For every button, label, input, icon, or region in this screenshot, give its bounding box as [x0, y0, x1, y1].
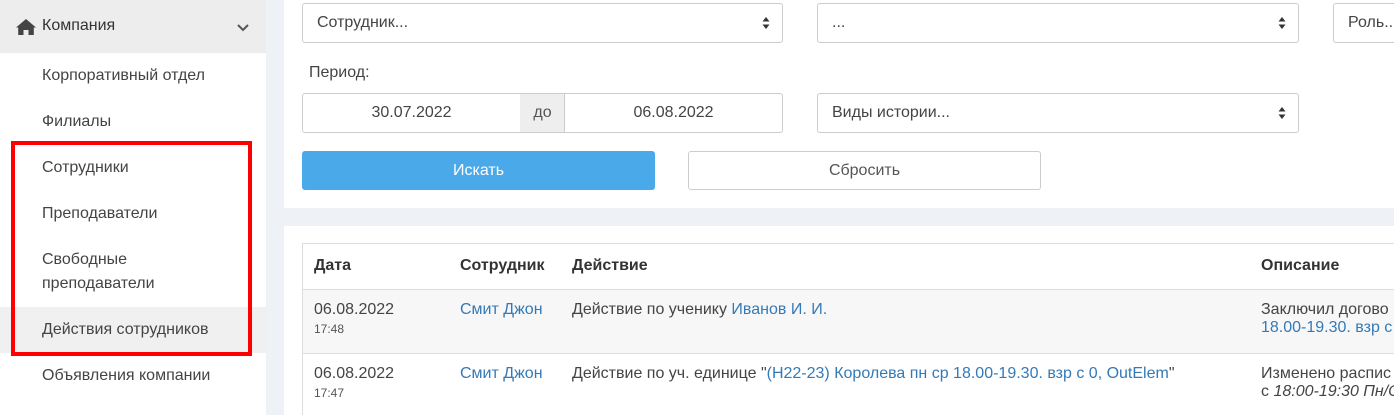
- col-header-employee[interactable]: Сотрудник: [460, 257, 545, 275]
- col-header-description[interactable]: Описание: [1261, 257, 1339, 275]
- row-description-prefix: с: [1261, 383, 1274, 400]
- row-action-suffix: ": [1168, 365, 1175, 382]
- row-date: 06.08.2022 17:47: [314, 365, 394, 400]
- row-date-value: 06.08.2022: [314, 365, 395, 382]
- employee-select[interactable]: Сотрудник...: [302, 3, 783, 43]
- row-description-line2: с 18:00-19:30 Пн/С: [1261, 383, 1394, 401]
- row-action: Действие по ученику Иванов И. И.: [572, 301, 827, 319]
- history-types-value: Виды истории...: [832, 104, 950, 121]
- select-arrows-icon: [762, 17, 770, 29]
- employee-select-value: Сотрудник...: [317, 14, 409, 31]
- row-employee-link[interactable]: Смит Джон: [460, 301, 543, 319]
- date-to-input[interactable]: 06.08.2022: [564, 93, 783, 133]
- row-time-value: 17:48: [314, 322, 345, 336]
- highlight-box: [11, 141, 252, 356]
- search-button[interactable]: Искать: [302, 151, 655, 190]
- date-from-input[interactable]: 30.07.2022: [302, 93, 521, 133]
- sidebar-item-corporate[interactable]: Корпоративный отдел: [0, 64, 266, 88]
- table-row: [303, 290, 1394, 354]
- row-description-schedule: 18:00-19:30 Пн/С: [1273, 383, 1394, 400]
- role-select[interactable]: Роль...: [1333, 3, 1394, 43]
- row-description-link[interactable]: 18.00-19.30. взр с: [1261, 319, 1392, 337]
- row-description-line1: Изменено распис: [1261, 365, 1392, 382]
- row-action-text: Действие по ученику: [572, 301, 732, 318]
- period-label: Период:: [309, 64, 370, 81]
- col-header-date[interactable]: Дата: [314, 257, 351, 275]
- col-header-action[interactable]: Действие: [572, 257, 648, 275]
- reset-button[interactable]: Сбросить: [688, 151, 1041, 190]
- row-action-text: Действие по уч. единице ": [572, 365, 767, 382]
- table-row: [303, 354, 1394, 415]
- row-time-value: 17:47: [314, 386, 345, 400]
- row-date: 06.08.2022 17:48: [314, 301, 394, 336]
- row-action-link[interactable]: Иванов И. И.: [731, 301, 827, 318]
- date-separator: до: [520, 93, 565, 133]
- sidebar: Компания Корпоративный отдел Филиалы Сот…: [0, 0, 266, 415]
- second-select[interactable]: ...: [817, 3, 1299, 43]
- second-select-value: ...: [832, 14, 846, 31]
- sidebar-section-title: Компания: [42, 17, 116, 34]
- row-description: Заключил догово 18.00-19.30. взр с: [1261, 301, 1392, 337]
- select-arrows-icon: [1278, 107, 1286, 119]
- sidebar-item-announcements[interactable]: Объявления компании: [0, 364, 266, 388]
- home-icon: [16, 19, 36, 35]
- select-arrows-icon: [1278, 17, 1286, 29]
- row-description: Изменено распис с 18:00-19:30 Пн/С: [1261, 365, 1394, 401]
- sidebar-item-branches[interactable]: Филиалы: [0, 110, 266, 134]
- row-action-link[interactable]: (Н22-23) Королева пн ср 18.00-19.30. взр…: [767, 365, 1169, 382]
- row-employee-link[interactable]: Смит Джон: [460, 365, 543, 383]
- chevron-down-icon[interactable]: [236, 20, 250, 34]
- history-types-select[interactable]: Виды истории...: [817, 93, 1299, 133]
- row-date-value: 06.08.2022: [314, 301, 395, 318]
- row-action: Действие по уч. единице "(Н22-23) Короле…: [572, 365, 1175, 383]
- sidebar-section-company[interactable]: Компания: [0, 0, 266, 53]
- row-description-line1: Заключил догово: [1261, 301, 1389, 318]
- role-select-value: Роль...: [1348, 14, 1394, 31]
